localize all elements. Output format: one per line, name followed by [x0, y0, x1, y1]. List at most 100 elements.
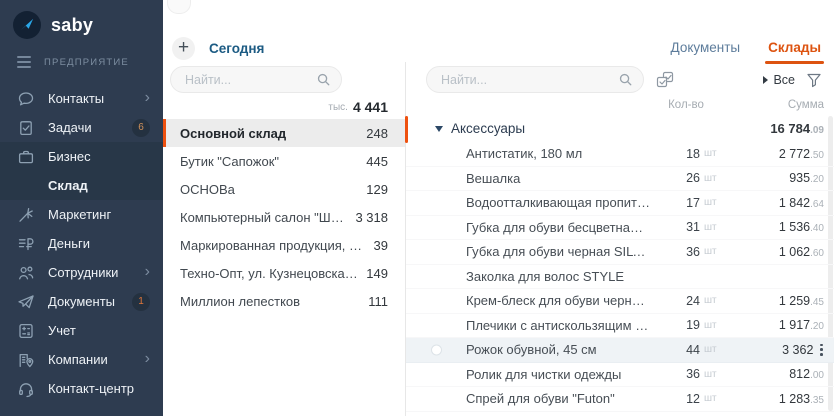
category-sum: 16 784.09 [770, 121, 824, 136]
warehouse-row[interactable]: Миллион лепестков 111 [163, 287, 405, 315]
items-panel: Все Кол-во Сумма Аксессуары 16 784.09 Анти… [405, 62, 834, 416]
sidebar-item-contacts[interactable]: Контакты › [0, 84, 163, 113]
category-row[interactable]: Аксессуары 16 784.09 [406, 115, 834, 142]
sidebar-item-tasks[interactable]: Задачи 6 [0, 113, 163, 142]
item-qty: 17 [686, 195, 700, 210]
row-menu-kebab-icon[interactable] [819, 343, 824, 357]
logo-text: saby [51, 14, 94, 35]
item-qty: 19 [686, 318, 700, 333]
plane-icon [17, 293, 35, 311]
items-list: Аксессуары 16 784.09 Антистатик, 180 мл 18 ш… [406, 115, 834, 412]
warehouse-row[interactable]: Компьютерный салон "Штекер" 3 318 [163, 203, 405, 231]
item-row[interactable]: Антистатик, 180 мл 18 шт 2 772.50 [406, 142, 834, 167]
item-name: Антистатик, 180 мл [466, 146, 583, 162]
item-sum: 1 259.45 [778, 293, 824, 308]
item-qty: 44 [686, 342, 700, 357]
item-row[interactable]: Вешалка 26 шт 935.20 [406, 167, 834, 191]
warehouse-name: Миллион лепестков [180, 293, 301, 309]
item-unit: шт [704, 246, 717, 258]
item-qty: 18 [686, 146, 700, 161]
tab-склады[interactable]: Склады [765, 40, 824, 64]
item-name: Вешалка [466, 170, 521, 186]
mass-select-icon[interactable] [656, 71, 674, 89]
warehouse-row[interactable]: Техно-Опт, ул. Кузнецовская, д. ... 149 [163, 259, 405, 287]
main-content: + Сегодня Документы Склады тыс. 4 441 Осн… [163, 0, 834, 416]
item-sum: 1 917.20 [778, 318, 824, 333]
money-icon [17, 235, 35, 253]
hamburger-menu-icon[interactable] [17, 56, 31, 68]
warehouse-count: 111 [368, 293, 388, 309]
warehouse-row[interactable]: Маркированная продукция, Кадр 39 [163, 231, 405, 259]
item-qty: 26 [686, 171, 700, 186]
chevron-right-icon: › [144, 349, 150, 367]
item-row[interactable]: Губка для обуви черная SILVER 36 шт 1 062.6… [406, 240, 834, 265]
item-sum: 1 062.60 [778, 244, 824, 259]
sidebar-item-accounting[interactable]: Учет [0, 316, 163, 345]
search-icon[interactable] [316, 72, 331, 87]
sidebar: saby ПРЕДПРИЯТИЕ Контакты › Задачи 6 Бизнес С… [0, 0, 163, 416]
sidebar-item-label: Документы [48, 294, 116, 309]
spark-icon [17, 206, 35, 224]
sidebar-item-label: Компании [48, 352, 108, 367]
warehouse-count: 445 [366, 153, 388, 169]
sidebar-item-staff[interactable]: Сотрудники › [0, 258, 163, 287]
warehouse-count: 3 318 [355, 209, 388, 225]
item-sum: 2 772.50 [778, 146, 824, 161]
items-search-input[interactable] [439, 71, 618, 88]
chevron-right-icon: › [144, 262, 150, 280]
item-name: Губка для обуви бесцветная SALTON [466, 219, 650, 235]
item-row[interactable]: Губка для обуви бесцветная SALTON 31 шт 1 5… [406, 216, 834, 240]
warehouse-row[interactable]: Основной склад 248 [163, 119, 405, 147]
sidebar-item-documents[interactable]: Документы 1 [0, 287, 163, 316]
total-unit: тыс. [328, 101, 348, 113]
tasks-icon [17, 119, 35, 137]
items-search[interactable] [426, 66, 644, 93]
sidebar-item-warehouse[interactable]: Склад [0, 171, 163, 200]
warehouse-name: Бутик "Сапожок" [180, 153, 279, 169]
item-row[interactable]: Водоотталкивающая пропитка для ... 17 шт 1 … [406, 191, 834, 216]
total-value: 4 441 [352, 99, 388, 115]
sidebar-item-label: Контакт-центр [48, 381, 135, 396]
sidebar-item-companies[interactable]: Компании › [0, 345, 163, 374]
item-qty: 36 [686, 367, 700, 382]
sidebar-item-money[interactable]: Деньги [0, 229, 163, 258]
sidebar-item-label: Склад [48, 178, 88, 193]
item-row[interactable]: Рожок обувной, 45 см 44 шт 3 362 [406, 338, 834, 363]
sidebar-item-label: Контакты [48, 91, 105, 106]
tab-документы[interactable]: Документы [671, 40, 741, 56]
triangle-down-icon[interactable] [435, 126, 443, 132]
warehouse-name: Компьютерный салон "Штекер" [180, 209, 347, 225]
item-row[interactable]: Плечики с антискользящим покрыт... 19 шт 1 … [406, 314, 834, 338]
chevron-right-icon: › [144, 88, 150, 106]
item-sum: 1 842.64 [778, 195, 824, 210]
sidebar-item-contact-center[interactable]: Контакт-центр [0, 374, 163, 403]
item-row[interactable]: Спрей для обуви "Futon" 12 шт 1 283.35 [406, 387, 834, 412]
scrolled-item-remnant [167, 0, 191, 14]
sidebar-item-label: Маркетинг [48, 207, 112, 222]
row-checkbox[interactable] [431, 344, 442, 356]
warehouse-row[interactable]: Бутик "Сапожок" 445 [163, 147, 405, 175]
item-name: Губка для обуви черная SILVER [466, 244, 650, 260]
add-button[interactable]: + [172, 36, 195, 60]
warehouse-count: 39 [373, 237, 388, 253]
warehouse-list: Основной склад 248 Бутик "Сапожок" 445 ОСНОВ… [163, 119, 405, 315]
item-row[interactable]: Заколка для волос STYLE [406, 265, 834, 289]
warehouse-search[interactable] [170, 66, 342, 93]
item-unit: шт [704, 148, 717, 160]
filter-all[interactable]: Все [763, 73, 795, 87]
item-row[interactable]: Крем-блеск для обуви черный, 50 ... 24 шт 1… [406, 289, 834, 314]
item-qty: 12 [686, 391, 700, 406]
item-row[interactable]: Ролик для чистки одежды 36 шт 812.00 [406, 363, 834, 387]
search-icon[interactable] [618, 72, 633, 87]
sidebar-item-label: Учет [48, 323, 76, 338]
warehouse-row[interactable]: ОСНОВа 129 [163, 175, 405, 203]
warehouse-count: 149 [366, 265, 388, 281]
saby-bird-icon [13, 11, 41, 39]
logo[interactable]: saby [0, 0, 163, 42]
sidebar-item-label: Сотрудники [48, 265, 119, 280]
sidebar-item-marketing[interactable]: Маркетинг [0, 200, 163, 229]
sidebar-item-business[interactable]: Бизнес [0, 142, 163, 171]
date-filter[interactable]: Сегодня [209, 41, 264, 56]
filter-funnel-icon[interactable] [806, 72, 822, 88]
warehouse-search-input[interactable] [183, 71, 316, 88]
